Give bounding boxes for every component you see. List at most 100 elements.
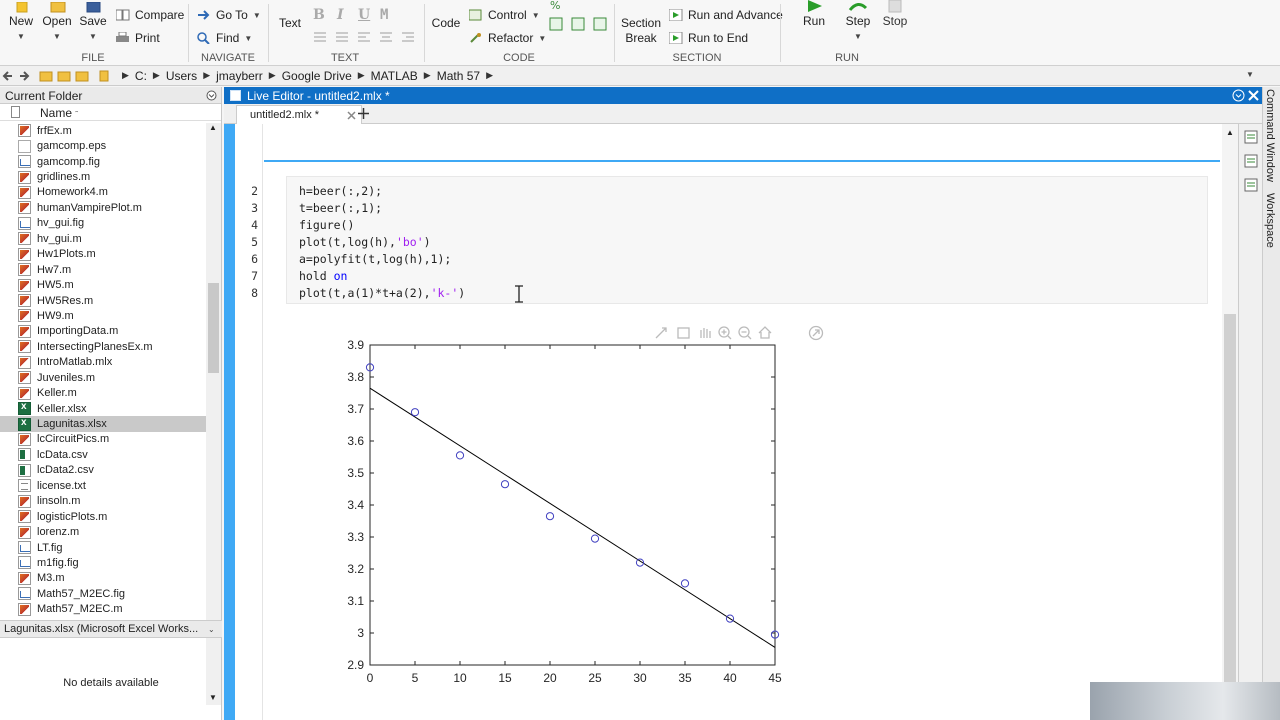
file-list-item[interactable]: gamcomp.fig xyxy=(0,154,206,169)
underline-button[interactable]: U xyxy=(358,7,370,23)
crumb-matlab[interactable]: MATLAB xyxy=(371,69,418,83)
section-label: Section xyxy=(620,16,662,30)
crumb-math57[interactable]: Math 57 xyxy=(437,69,480,83)
file-list-item[interactable]: lcCircuitPics.m xyxy=(0,432,206,447)
code-keyword: on xyxy=(333,269,348,283)
file-list-item[interactable]: Hw7.m xyxy=(0,262,206,277)
open-label: Open xyxy=(42,14,72,28)
name-column-label: Name xyxy=(40,106,73,120)
tab-label: untitled2.mlx * xyxy=(250,109,320,121)
file-list-item[interactable]: hv_gui.m xyxy=(0,231,206,246)
compare-button[interactable]: Compare xyxy=(116,8,184,22)
file-list-item[interactable]: Juveniles.m xyxy=(0,370,206,385)
file-list-item[interactable]: Homework4.m xyxy=(0,185,206,200)
editor-scroll-thumb[interactable] xyxy=(1224,314,1236,720)
file-list-item[interactable]: linsoln.m xyxy=(0,494,206,509)
crumb-google-drive[interactable]: Google Drive xyxy=(282,69,352,83)
editor-scrollbar[interactable]: ▲ xyxy=(1222,124,1238,720)
scroll-thumb[interactable] xyxy=(208,283,219,373)
file-list-scrollbar[interactable]: ▲ ▼ xyxy=(206,123,221,705)
back-arrow-icon[interactable] xyxy=(2,70,12,81)
file-list-item[interactable]: Math57_M2EC.m xyxy=(0,602,206,617)
file-list-item[interactable]: Keller.xlsx xyxy=(0,401,206,416)
file-list-item[interactable]: logisticPlots.m xyxy=(0,509,206,524)
file-name: humanVampirePlot.m xyxy=(37,201,142,214)
crumb-user[interactable]: jmayberr xyxy=(216,69,263,83)
new-button[interactable]: New ▼ xyxy=(6,2,36,42)
open-button[interactable]: Open ▼ xyxy=(40,2,74,42)
file-list-item[interactable]: HW5.m xyxy=(0,277,206,292)
details-collapse-icon[interactable]: ⌄ xyxy=(208,625,215,634)
file-list-item[interactable]: humanVampirePlot.m xyxy=(0,200,206,215)
run-button[interactable]: Run xyxy=(798,0,830,28)
crumb-users[interactable]: Users xyxy=(166,69,197,83)
side-tool-icons[interactable] xyxy=(1244,130,1258,194)
file-list-item[interactable]: m1fig.fig xyxy=(0,555,206,570)
code-button[interactable]: Code xyxy=(430,16,462,30)
forward-arrow-icon[interactable] xyxy=(20,70,30,81)
file-list-item[interactable]: lorenz.m xyxy=(0,524,206,539)
file-list-item[interactable]: M3.m xyxy=(0,571,206,586)
scroll-up-icon[interactable]: ▲ xyxy=(209,123,217,132)
section-indicator-bar xyxy=(224,124,235,720)
file-list-item[interactable]: license.txt xyxy=(0,478,206,493)
close-icon[interactable] xyxy=(1248,90,1259,101)
file-list-item[interactable]: lcData.csv xyxy=(0,447,206,462)
refactor-button[interactable]: Refactor ▼ xyxy=(469,31,546,45)
step-button[interactable]: Step ▼ xyxy=(840,0,876,42)
address-dropdown-icon[interactable]: ▼ xyxy=(1246,70,1254,79)
file-list-item[interactable]: Math57_M2EC.fig xyxy=(0,586,206,601)
section-break-button[interactable]: Section Break xyxy=(620,16,662,46)
file-list-item[interactable]: HW5Res.m xyxy=(0,293,206,308)
italic-button[interactable]: I xyxy=(337,7,344,23)
tab-command-window[interactable]: Command Window xyxy=(1264,89,1276,182)
file-list-item[interactable]: IntersectingPlanesEx.m xyxy=(0,339,206,354)
root-folder-icon[interactable] xyxy=(99,70,109,81)
code-line[interactable]: figure() xyxy=(299,218,354,232)
file-list-item[interactable]: LT.fig xyxy=(0,540,206,555)
file-list-item[interactable]: lcData2.csv xyxy=(0,463,206,478)
run-to-end-button[interactable]: Run to End xyxy=(669,31,748,45)
browse-folder-icon[interactable] xyxy=(57,71,71,81)
goto-button[interactable]: Go To ▼ xyxy=(197,8,261,22)
control-button[interactable]: Control ▼ xyxy=(469,8,540,22)
folder-icon[interactable] xyxy=(75,71,89,81)
add-tab-icon[interactable] xyxy=(358,108,369,119)
print-button[interactable]: Print xyxy=(116,31,160,45)
scroll-down-icon[interactable]: ▼ xyxy=(209,693,217,702)
tab-close-icon[interactable] xyxy=(347,111,356,120)
file-list-item[interactable]: ImportingData.m xyxy=(0,324,206,339)
bold-button[interactable]: B xyxy=(313,7,325,23)
file-list-item[interactable]: Hw1Plots.m xyxy=(0,247,206,262)
code-line[interactable]: plot(t,log(h),'bo') xyxy=(299,235,431,249)
editor-actions-icon[interactable] xyxy=(1232,89,1245,102)
crumb-drive[interactable]: C: xyxy=(135,69,147,83)
tab-untitled2[interactable]: untitled2.mlx * xyxy=(236,105,362,124)
editor-scroll-up-icon[interactable]: ▲ xyxy=(1226,128,1234,137)
stop-button[interactable]: Stop xyxy=(880,0,910,28)
file-list-item[interactable]: Lagunitas.xlsx xyxy=(0,416,206,432)
monospace-button[interactable]: M xyxy=(380,7,388,23)
file-list-item[interactable]: HW9.m xyxy=(0,308,206,323)
file-name: lcCircuitPics.m xyxy=(37,433,110,446)
tab-workspace[interactable]: Workspace xyxy=(1264,193,1276,248)
code-line[interactable]: t=beer(:,1); xyxy=(299,201,382,215)
run-and-advance-button[interactable]: Run and Advance xyxy=(669,8,783,22)
text-button[interactable]: Text xyxy=(274,16,306,30)
file-list-item[interactable]: IntroMatlab.mlx xyxy=(0,355,206,370)
up-folder-icon[interactable] xyxy=(39,71,53,81)
file-list-item[interactable]: frfEx.m xyxy=(0,123,206,138)
code-line[interactable]: plot(t,a(1)*t+a(2),'k-') xyxy=(299,286,465,300)
find-button[interactable]: Find ▼ xyxy=(197,31,252,45)
details-title: Lagunitas.xlsx (Microsoft Excel Works... xyxy=(4,623,199,635)
file-list-item[interactable]: gridlines.m xyxy=(0,169,206,184)
file-list-item[interactable]: Keller.m xyxy=(0,385,206,400)
name-column-header[interactable]: Name ˜ xyxy=(0,104,221,121)
file-list-item[interactable]: hv_gui.fig xyxy=(0,216,206,231)
file-list-item[interactable]: gamcomp.eps xyxy=(0,138,206,153)
code-line[interactable]: hold on xyxy=(299,269,347,283)
panel-actions-icon[interactable] xyxy=(206,90,217,101)
code-line[interactable]: a=polyfit(t,log(h),1); xyxy=(299,252,451,266)
code-line[interactable]: h=beer(:,2); xyxy=(299,184,382,198)
save-button[interactable]: Save ▼ xyxy=(78,2,108,42)
